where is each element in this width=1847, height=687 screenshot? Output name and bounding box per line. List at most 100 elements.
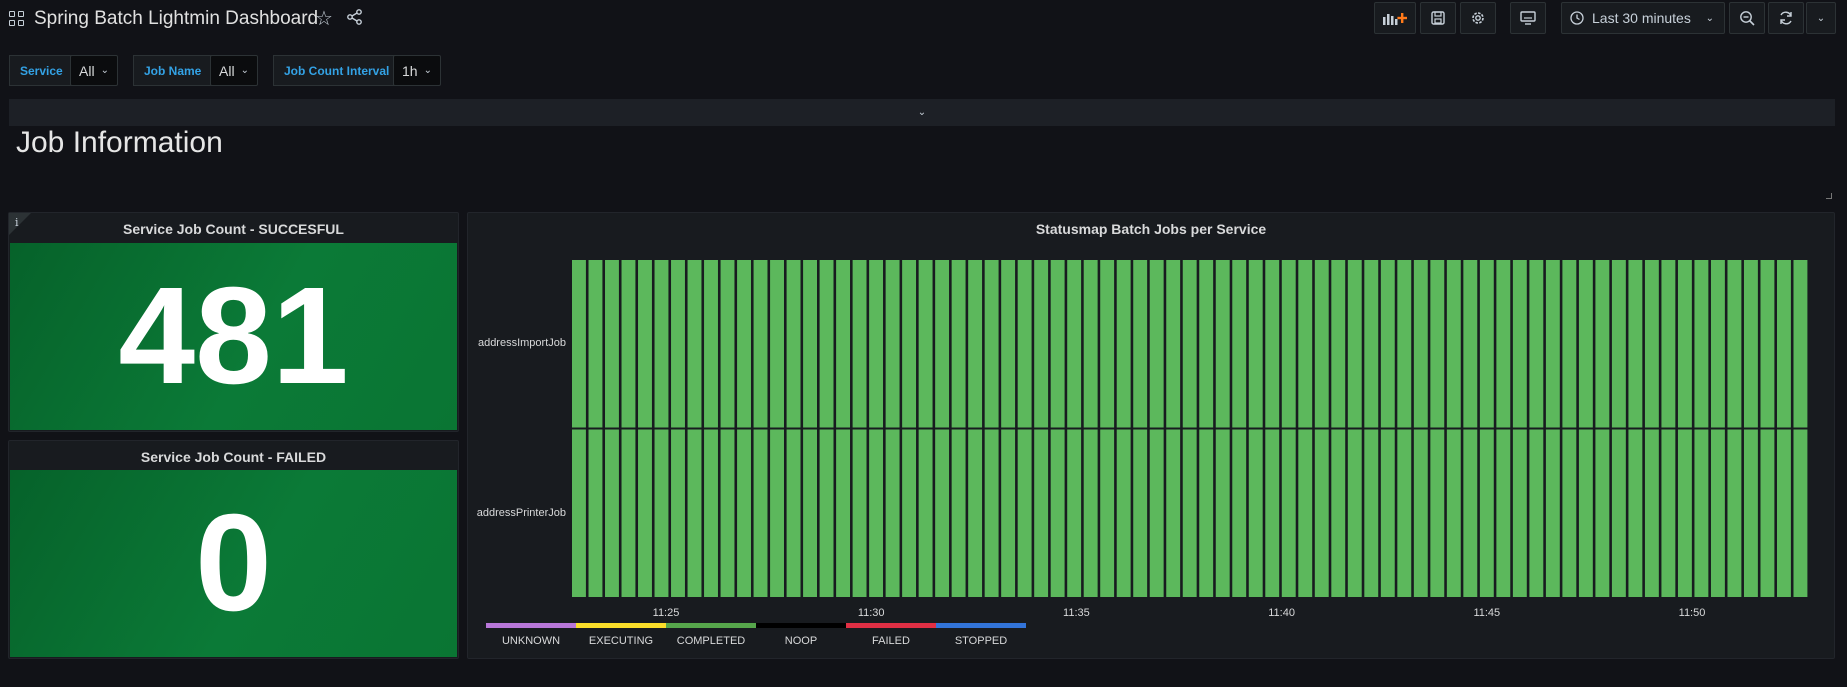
status-cell[interactable] xyxy=(605,429,619,598)
legend-item[interactable]: UNKNOWN xyxy=(486,623,576,647)
status-cell[interactable] xyxy=(1479,260,1494,428)
status-cell[interactable] xyxy=(1545,260,1560,428)
status-cell[interactable] xyxy=(902,429,917,598)
status-cell[interactable] xyxy=(1760,429,1775,598)
status-cell[interactable] xyxy=(968,260,983,428)
status-cell[interactable] xyxy=(803,260,817,428)
status-cell[interactable] xyxy=(1133,429,1148,598)
status-cell[interactable] xyxy=(572,260,586,428)
status-cell[interactable] xyxy=(1793,260,1808,428)
legend-item[interactable]: FAILED xyxy=(846,623,936,647)
settings-button[interactable] xyxy=(1460,2,1496,34)
status-cell[interactable] xyxy=(638,260,652,428)
status-cell[interactable] xyxy=(1017,429,1032,598)
status-cell[interactable] xyxy=(1298,260,1313,428)
status-cell[interactable] xyxy=(654,260,669,428)
status-cell[interactable] xyxy=(1034,260,1049,428)
status-cell[interactable] xyxy=(1776,429,1791,598)
status-cell[interactable] xyxy=(1050,429,1065,598)
status-cell[interactable] xyxy=(1166,260,1181,428)
status-cell[interactable] xyxy=(1017,260,1032,428)
status-cell[interactable] xyxy=(935,429,950,598)
status-cell[interactable] xyxy=(951,260,966,428)
status-cell[interactable] xyxy=(1446,260,1461,428)
status-cell[interactable] xyxy=(1116,260,1131,428)
legend-item[interactable]: NOOP xyxy=(756,623,846,647)
status-cell[interactable] xyxy=(1628,429,1643,598)
panel-title[interactable]: Statusmap Batch Jobs per Service xyxy=(468,221,1834,237)
status-cell[interactable] xyxy=(1611,429,1626,598)
status-cell[interactable] xyxy=(869,260,884,428)
panel-title[interactable]: Service Job Count - FAILED xyxy=(9,449,458,465)
status-cell[interactable] xyxy=(638,429,652,598)
status-cell[interactable] xyxy=(1215,429,1230,598)
status-cell[interactable] xyxy=(1776,260,1791,428)
status-cell[interactable] xyxy=(1463,260,1478,428)
status-cell[interactable] xyxy=(720,260,735,428)
panel-title[interactable]: Service Job Count - SUCCESFUL xyxy=(9,221,458,237)
status-cell[interactable] xyxy=(737,260,751,428)
status-cell[interactable] xyxy=(1232,260,1247,428)
status-cell[interactable] xyxy=(1562,429,1577,598)
status-cell[interactable] xyxy=(770,429,784,598)
status-cell[interactable] xyxy=(803,429,817,598)
status-cell[interactable] xyxy=(1314,260,1329,428)
apps-icon[interactable] xyxy=(9,11,24,26)
status-cell[interactable] xyxy=(1644,429,1659,598)
status-cell[interactable] xyxy=(1265,260,1280,428)
status-cell[interactable] xyxy=(1149,429,1164,598)
status-cell[interactable] xyxy=(1529,429,1544,598)
status-cell[interactable] xyxy=(704,260,718,428)
status-cell[interactable] xyxy=(836,429,851,598)
status-cell[interactable] xyxy=(786,260,801,428)
status-cell[interactable] xyxy=(1413,429,1428,598)
status-cell[interactable] xyxy=(1001,429,1016,598)
status-cell[interactable] xyxy=(1446,429,1461,598)
status-cell[interactable] xyxy=(1199,429,1214,598)
refresh-button[interactable] xyxy=(1768,2,1804,34)
status-cell[interactable] xyxy=(1232,429,1247,598)
status-cell[interactable] xyxy=(654,429,669,598)
status-cell[interactable] xyxy=(1760,260,1775,428)
status-cell[interactable] xyxy=(819,260,834,428)
status-cell[interactable] xyxy=(737,429,751,598)
status-cell[interactable] xyxy=(1298,429,1313,598)
status-cell[interactable] xyxy=(1083,260,1098,428)
add-panel-button[interactable] xyxy=(1374,2,1416,34)
status-cell[interactable] xyxy=(1034,429,1049,598)
status-cell[interactable] xyxy=(704,429,718,598)
status-cell[interactable] xyxy=(720,429,735,598)
status-cell[interactable] xyxy=(1314,429,1329,598)
status-cell[interactable] xyxy=(1496,260,1511,428)
status-cell[interactable] xyxy=(1727,260,1742,428)
status-cell[interactable] xyxy=(588,429,603,598)
status-cell[interactable] xyxy=(605,260,619,428)
status-cell[interactable] xyxy=(1100,260,1115,428)
status-cell[interactable] xyxy=(1166,429,1181,598)
status-cell[interactable] xyxy=(1529,260,1544,428)
status-cell[interactable] xyxy=(1248,429,1263,598)
variable-select-job-name[interactable]: All ⌄ xyxy=(210,55,258,86)
status-cell[interactable] xyxy=(1413,260,1428,428)
share-icon[interactable] xyxy=(346,8,364,26)
status-cell[interactable] xyxy=(1644,260,1659,428)
status-cell[interactable] xyxy=(902,260,917,428)
tv-mode-button[interactable] xyxy=(1510,2,1546,34)
status-cell[interactable] xyxy=(1380,429,1395,598)
status-cell[interactable] xyxy=(918,260,933,428)
status-cell[interactable] xyxy=(1710,260,1725,428)
legend-item[interactable]: COMPLETED xyxy=(666,623,756,647)
status-cell[interactable] xyxy=(1611,260,1626,428)
status-cell[interactable] xyxy=(1578,260,1593,428)
status-cell[interactable] xyxy=(1215,260,1230,428)
status-cell[interactable] xyxy=(1050,260,1065,428)
status-cell[interactable] xyxy=(1100,429,1115,598)
status-cell[interactable] xyxy=(1694,429,1709,598)
status-cell[interactable] xyxy=(1182,429,1197,598)
status-cell[interactable] xyxy=(1281,260,1296,428)
status-cell[interactable] xyxy=(1710,429,1725,598)
status-cell[interactable] xyxy=(1743,429,1758,598)
status-cell[interactable] xyxy=(1133,260,1148,428)
status-cell[interactable] xyxy=(984,429,999,598)
status-cell[interactable] xyxy=(1083,429,1098,598)
